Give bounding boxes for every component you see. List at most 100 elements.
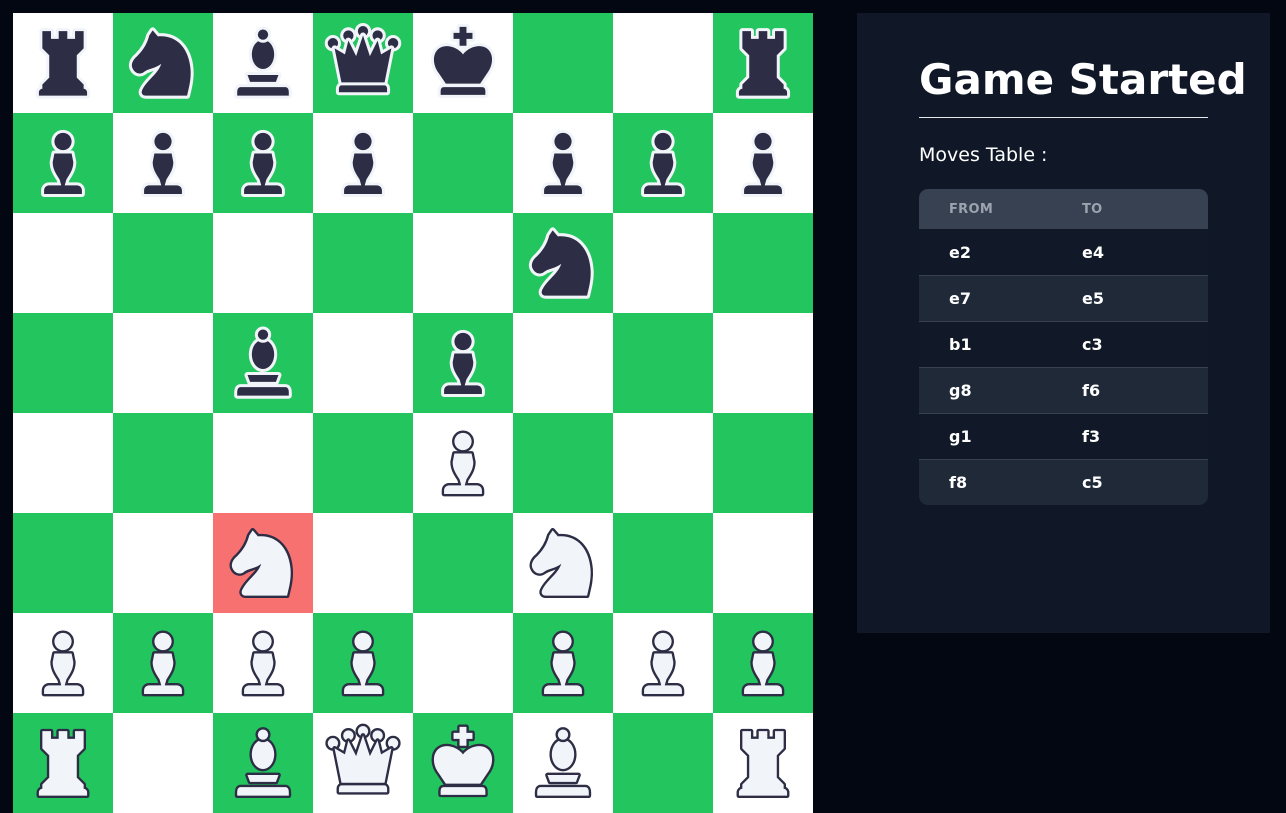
square-d7[interactable]: [313, 113, 413, 213]
white-pawn-icon[interactable]: [20, 620, 106, 706]
white-pawn-icon[interactable]: [320, 620, 406, 706]
square-f5[interactable]: [513, 313, 613, 413]
square-g6[interactable]: [613, 213, 713, 313]
square-b6[interactable]: [113, 213, 213, 313]
black-knight-icon[interactable]: [120, 20, 206, 106]
square-a3[interactable]: [13, 513, 113, 613]
square-a8[interactable]: [13, 13, 113, 113]
square-f6[interactable]: [513, 213, 613, 313]
square-h1[interactable]: [713, 713, 813, 813]
square-b4[interactable]: [113, 413, 213, 513]
square-g7[interactable]: [613, 113, 713, 213]
black-pawn-icon[interactable]: [120, 120, 206, 206]
black-bishop-icon[interactable]: [220, 20, 306, 106]
square-d6[interactable]: [313, 213, 413, 313]
square-d2[interactable]: [313, 613, 413, 713]
white-knight-icon[interactable]: [220, 520, 306, 606]
square-f3[interactable]: [513, 513, 613, 613]
black-knight-icon[interactable]: [520, 220, 606, 306]
square-f2[interactable]: [513, 613, 613, 713]
table-body: e2 e4 e7 e5 b1 c3 g8 f6 g1 f3 f8 c5: [919, 229, 1208, 505]
black-king-icon[interactable]: [420, 20, 506, 106]
square-g2[interactable]: [613, 613, 713, 713]
black-pawn-icon[interactable]: [20, 120, 106, 206]
square-g3[interactable]: [613, 513, 713, 613]
move-to: e4: [1082, 242, 1104, 262]
white-pawn-icon[interactable]: [120, 620, 206, 706]
white-bishop-icon[interactable]: [220, 720, 306, 806]
black-rook-icon[interactable]: [20, 20, 106, 106]
square-c8[interactable]: [213, 13, 313, 113]
square-h3[interactable]: [713, 513, 813, 613]
square-e7[interactable]: [413, 113, 513, 213]
white-pawn-icon[interactable]: [620, 620, 706, 706]
black-queen-icon[interactable]: [320, 20, 406, 106]
square-f8[interactable]: [513, 13, 613, 113]
square-g8[interactable]: [613, 13, 713, 113]
square-a6[interactable]: [13, 213, 113, 313]
square-h2[interactable]: [713, 613, 813, 713]
black-pawn-icon[interactable]: [220, 120, 306, 206]
square-f1[interactable]: [513, 713, 613, 813]
square-a7[interactable]: [13, 113, 113, 213]
square-e2[interactable]: [413, 613, 513, 713]
square-c5[interactable]: [213, 313, 313, 413]
white-pawn-icon[interactable]: [220, 620, 306, 706]
square-h6[interactable]: [713, 213, 813, 313]
square-e4[interactable]: [413, 413, 513, 513]
square-f7[interactable]: [513, 113, 613, 213]
square-h5[interactable]: [713, 313, 813, 413]
black-pawn-icon[interactable]: [420, 320, 506, 406]
square-e8[interactable]: [413, 13, 513, 113]
black-pawn-icon[interactable]: [320, 120, 406, 206]
square-c6[interactable]: [213, 213, 313, 313]
black-bishop-icon[interactable]: [220, 320, 306, 406]
square-e1[interactable]: [413, 713, 513, 813]
square-c1[interactable]: [213, 713, 313, 813]
chess-board[interactable]: [13, 13, 813, 813]
white-pawn-icon[interactable]: [420, 420, 506, 506]
square-a1[interactable]: [13, 713, 113, 813]
square-a2[interactable]: [13, 613, 113, 713]
square-d3[interactable]: [313, 513, 413, 613]
white-rook-icon[interactable]: [720, 720, 806, 806]
square-b2[interactable]: [113, 613, 213, 713]
square-g1[interactable]: [613, 713, 713, 813]
square-e5[interactable]: [413, 313, 513, 413]
black-pawn-icon[interactable]: [520, 120, 606, 206]
square-b8[interactable]: [113, 13, 213, 113]
black-rook-icon[interactable]: [720, 20, 806, 106]
white-queen-icon[interactable]: [320, 720, 406, 806]
square-h4[interactable]: [713, 413, 813, 513]
white-pawn-icon[interactable]: [720, 620, 806, 706]
square-a4[interactable]: [13, 413, 113, 513]
white-rook-icon[interactable]: [20, 720, 106, 806]
square-f4[interactable]: [513, 413, 613, 513]
square-d1[interactable]: [313, 713, 413, 813]
square-h7[interactable]: [713, 113, 813, 213]
square-c4[interactable]: [213, 413, 313, 513]
black-pawn-icon[interactable]: [620, 120, 706, 206]
square-a5[interactable]: [13, 313, 113, 413]
white-king-icon[interactable]: [420, 720, 506, 806]
square-e6[interactable]: [413, 213, 513, 313]
square-c2[interactable]: [213, 613, 313, 713]
square-c3[interactable]: [213, 513, 313, 613]
square-c7[interactable]: [213, 113, 313, 213]
square-d8[interactable]: [313, 13, 413, 113]
square-b3[interactable]: [113, 513, 213, 613]
square-g4[interactable]: [613, 413, 713, 513]
square-b1[interactable]: [113, 713, 213, 813]
square-d4[interactable]: [313, 413, 413, 513]
white-bishop-icon[interactable]: [520, 720, 606, 806]
square-b5[interactable]: [113, 313, 213, 413]
square-d5[interactable]: [313, 313, 413, 413]
black-pawn-icon[interactable]: [720, 120, 806, 206]
square-e3[interactable]: [413, 513, 513, 613]
white-pawn-icon[interactable]: [520, 620, 606, 706]
move-from: b1: [949, 335, 972, 354]
square-h8[interactable]: [713, 13, 813, 113]
square-g5[interactable]: [613, 313, 713, 413]
white-knight-icon[interactable]: [520, 520, 606, 606]
square-b7[interactable]: [113, 113, 213, 213]
